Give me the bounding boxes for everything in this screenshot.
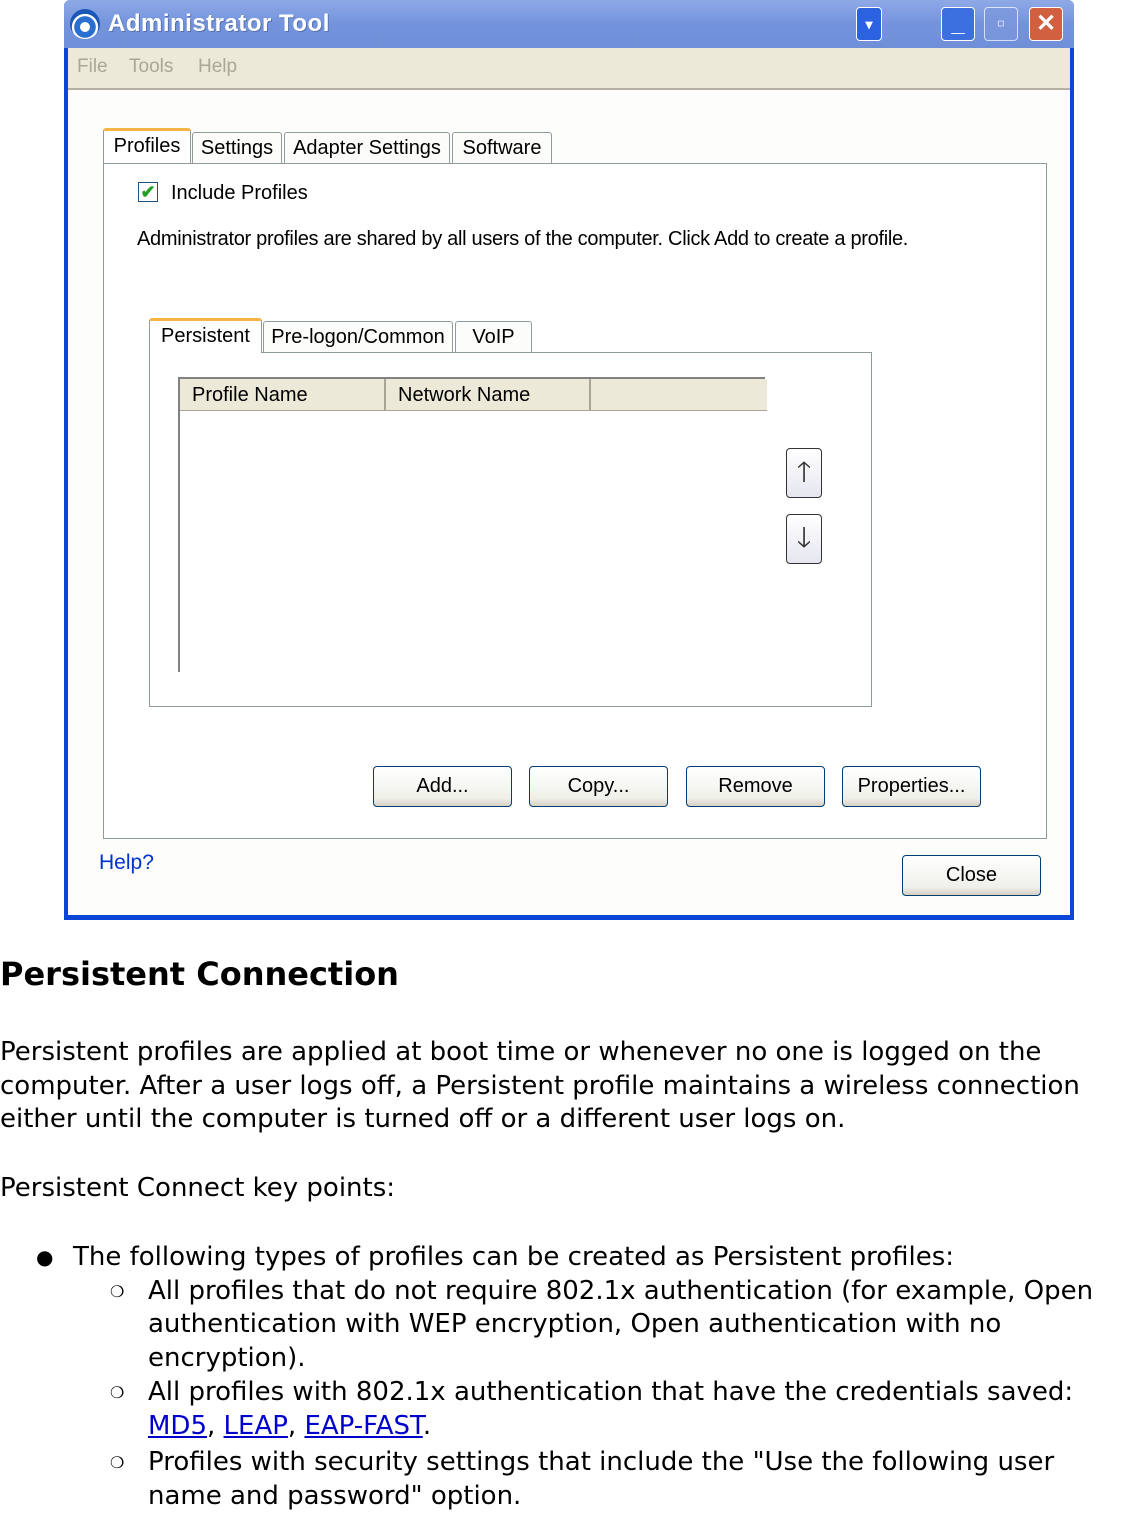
column-network-name[interactable]: Network Name: [386, 379, 591, 411]
section-heading: Persistent Connection: [0, 958, 399, 992]
subtab-pre-logon-common[interactable]: Pre-logon/Common: [263, 321, 453, 353]
sub-list: ❍ All profiles that do not require 802.1…: [73, 1275, 1124, 1513]
arrow-up-icon: 🡑: [797, 456, 812, 487]
sub-list-item: ❍ Profiles with security settings that i…: [148, 1446, 1124, 1513]
leap-link[interactable]: LEAP: [224, 1411, 288, 1441]
title-bar[interactable]: Administrator Tool ▾ _ ▫ ✕: [64, 0, 1074, 48]
menu-tools[interactable]: Tools: [129, 56, 173, 78]
bullet-icon: ●: [36, 1241, 53, 1275]
column-profile-name[interactable]: Profile Name: [180, 379, 386, 411]
profiles-panel: ✔ Include Profiles Administrator profile…: [103, 163, 1047, 839]
sub-item-text: All profiles that do not require 802.1x …: [148, 1276, 1093, 1373]
column-blank: [591, 379, 767, 411]
minimize-icon[interactable]: _: [941, 7, 975, 41]
close-icon[interactable]: ✕: [1029, 7, 1063, 41]
dropdown-icon[interactable]: ▾: [856, 7, 882, 41]
paragraph-key-points: Persistent Connect key points:: [0, 1172, 395, 1206]
subtab-voip[interactable]: VoIP: [455, 321, 532, 353]
circle-bullet-icon: ❍: [110, 1376, 124, 1410]
include-profiles-label: Include Profiles: [171, 182, 308, 205]
move-down-button[interactable]: 🡓: [786, 514, 822, 564]
include-profiles-checkbox[interactable]: ✔: [138, 182, 158, 202]
paragraph-intro: Persistent profiles are applied at boot …: [0, 1036, 1124, 1137]
administrator-tool-window: Administrator Tool ▾ _ ▫ ✕ File Tools He…: [64, 0, 1074, 920]
key-points-list: ● The following types of profiles can be…: [0, 1241, 1124, 1513]
menu-help[interactable]: Help: [198, 56, 237, 78]
menu-bar: File Tools Help: [68, 48, 1070, 90]
window-title: Administrator Tool: [108, 10, 330, 38]
list-item-text: The following types of profiles can be c…: [73, 1242, 954, 1272]
dialog-client: Profiles Settings Adapter Settings Softw…: [68, 90, 1070, 915]
properties-button[interactable]: Properties...: [842, 766, 981, 807]
circle-bullet-icon: ❍: [110, 1446, 124, 1480]
help-link[interactable]: Help?: [99, 851, 154, 875]
description-text: Administrator profiles are shared by all…: [137, 228, 908, 251]
maximize-icon: ▫: [984, 7, 1018, 41]
circle-bullet-icon: ❍: [110, 1275, 124, 1309]
md5-link[interactable]: MD5: [148, 1411, 207, 1441]
move-up-button[interactable]: 🡑: [786, 448, 822, 498]
sub-list-item: ❍ All profiles that do not require 802.1…: [148, 1275, 1124, 1376]
add-button[interactable]: Add...: [373, 766, 512, 807]
eap-fast-link[interactable]: EAP-FAST: [304, 1411, 422, 1441]
sub-list-item: ❍ All profiles with 802.1x authenticatio…: [148, 1376, 1124, 1443]
persistent-panel: Profile Name Network Name 🡑 🡓: [149, 352, 872, 707]
tab-adapter-settings[interactable]: Adapter Settings: [284, 132, 450, 164]
remove-button[interactable]: Remove: [686, 766, 825, 807]
copy-button[interactable]: Copy...: [529, 766, 668, 807]
profile-list[interactable]: Profile Name Network Name: [178, 377, 765, 672]
period: .: [423, 1411, 431, 1441]
separator: ,: [288, 1411, 305, 1441]
sub-item-text: Profiles with security settings that inc…: [148, 1447, 1054, 1511]
arrow-down-icon: 🡓: [797, 522, 812, 553]
subtab-persistent[interactable]: Persistent: [149, 318, 262, 353]
menu-file[interactable]: File: [77, 56, 108, 78]
tab-profiles[interactable]: Profiles: [103, 128, 191, 163]
tab-settings[interactable]: Settings: [192, 132, 282, 164]
wireless-app-icon: [70, 9, 100, 39]
list-item: ● The following types of profiles can be…: [0, 1241, 1124, 1513]
close-button[interactable]: Close: [902, 855, 1041, 896]
separator: ,: [207, 1411, 224, 1441]
tab-software[interactable]: Software: [452, 132, 552, 164]
sub-item-text: All profiles with 802.1x authentication …: [148, 1377, 1073, 1407]
